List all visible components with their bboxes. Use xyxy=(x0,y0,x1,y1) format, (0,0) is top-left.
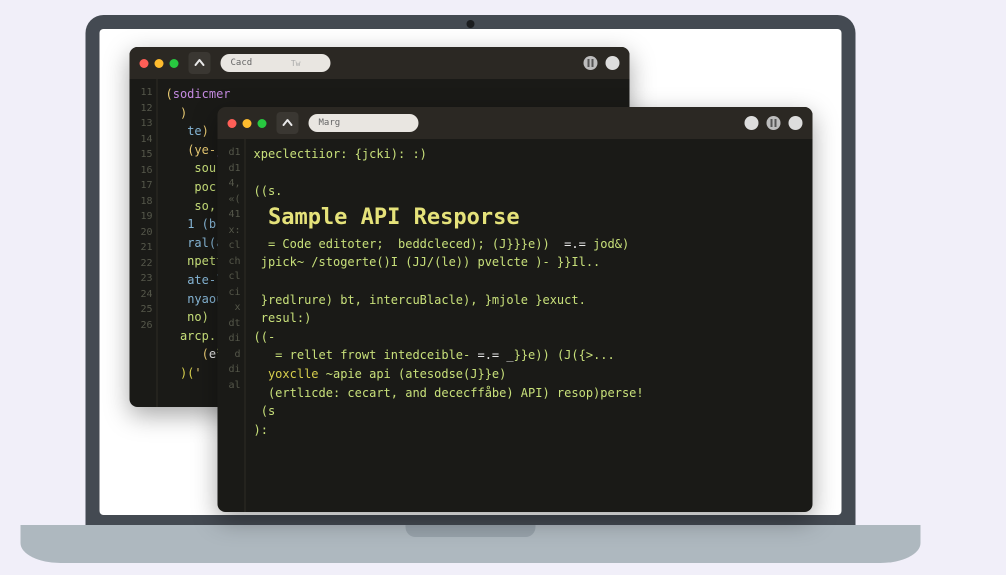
window-controls xyxy=(584,56,620,70)
laptop-base xyxy=(21,525,921,563)
camera xyxy=(467,20,475,28)
circle-icon[interactable] xyxy=(789,116,803,130)
traffic-lights xyxy=(140,59,179,68)
screen: Cacd Tw 1112 1314 1516 1718 1920 xyxy=(100,29,842,515)
tab[interactable]: Marg xyxy=(309,114,419,132)
tab-label: Cacd xyxy=(231,58,253,68)
editor-window-front: Marg d1d1 4,«( 41x: clch clci xyxy=(218,107,813,512)
line-gutter: d1d1 4,«( 41x: clch clci xdt did dial xyxy=(218,139,246,512)
maximize-icon[interactable] xyxy=(170,59,179,68)
line-gutter: 1112 1314 1516 1718 1920 2122 2324 2526 xyxy=(130,79,158,407)
code-body: d1d1 4,«( 41x: clch clci xdt did dial xp… xyxy=(218,139,813,512)
screen-bezel: Cacd Tw 1112 1314 1516 1718 1920 xyxy=(86,15,856,525)
maximize-icon[interactable] xyxy=(258,119,267,128)
window-controls xyxy=(745,116,803,130)
tab[interactable]: Cacd Tw xyxy=(221,54,331,72)
code-heading: Sample API Resporse xyxy=(268,205,520,230)
back-arrow-button[interactable] xyxy=(189,52,211,74)
circle-icon[interactable] xyxy=(745,116,759,130)
minimize-icon[interactable] xyxy=(243,119,252,128)
tab-label: Marg xyxy=(319,118,341,128)
arrow-up-icon xyxy=(282,117,294,129)
circle-icon[interactable] xyxy=(606,56,620,70)
laptop-frame: Cacd Tw 1112 1314 1516 1718 1920 xyxy=(86,15,921,563)
code-area[interactable]: xpeclectiior: {jcki): :) ((s. Sample API… xyxy=(246,139,654,512)
titlebar: Marg xyxy=(218,107,813,139)
traffic-lights xyxy=(228,119,267,128)
titlebar: Cacd Tw xyxy=(130,47,630,79)
tab-hint: Tw xyxy=(291,59,301,68)
arrow-up-icon xyxy=(194,57,206,69)
pause-icon[interactable] xyxy=(767,116,781,130)
back-arrow-button[interactable] xyxy=(277,112,299,134)
close-icon[interactable] xyxy=(140,59,149,68)
pause-icon[interactable] xyxy=(584,56,598,70)
close-icon[interactable] xyxy=(228,119,237,128)
minimize-icon[interactable] xyxy=(155,59,164,68)
